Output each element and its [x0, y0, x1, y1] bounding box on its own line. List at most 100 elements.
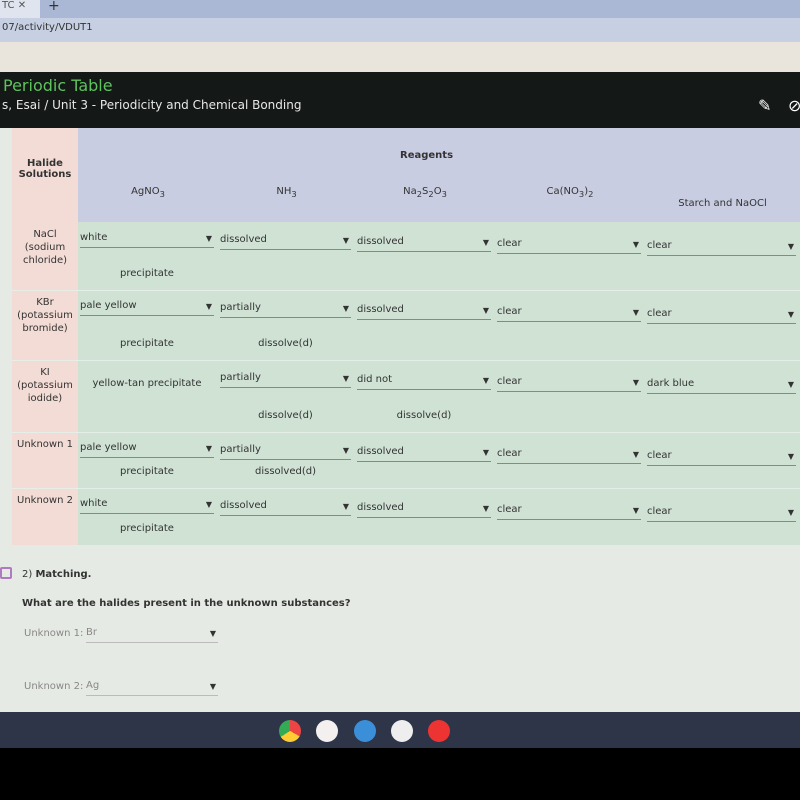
result-text: dissolve(d) [258, 338, 313, 349]
reagent-select[interactable]: clear ▼ [647, 306, 796, 324]
select-value: partially [220, 444, 261, 455]
column-header: NH3 [276, 186, 297, 199]
result-text: precipitate [120, 523, 174, 534]
reagent-select[interactable]: clear ▼ [497, 502, 641, 520]
reagent-select[interactable]: dissolved ▼ [357, 444, 491, 462]
tab-title: TC [2, 0, 15, 11]
row-divider [12, 360, 800, 361]
answer-select-2[interactable]: Ag ▼ [86, 678, 218, 696]
chevron-down-icon: ▼ [205, 500, 212, 509]
cancel-icon[interactable]: ⊘ [788, 96, 800, 115]
play-store-icon[interactable] [391, 720, 413, 742]
reagent-select[interactable]: partially ▼ [220, 370, 351, 388]
chevron-down-icon: ▼ [787, 508, 794, 517]
reagent-select[interactable]: dissolved ▼ [357, 234, 491, 252]
question-title: Matching. [35, 569, 92, 580]
row-label: KBr (potassium bromide) [17, 297, 73, 334]
row-divider [12, 432, 800, 433]
select-value: clear [647, 308, 672, 319]
answer-select-1[interactable]: Br ▼ [86, 625, 218, 643]
reagent-select[interactable]: clear ▼ [647, 448, 796, 466]
reagents-label: Reagents [400, 150, 454, 161]
files-icon[interactable] [354, 720, 376, 742]
result-text: precipitate [120, 268, 174, 279]
select-value: clear [497, 376, 522, 387]
address-bar[interactable]: 07/activity/VDUT1 [0, 18, 800, 42]
select-value: partially [220, 372, 261, 383]
reagent-select[interactable]: clear ▼ [647, 504, 796, 522]
select-value: dissolved [357, 446, 404, 457]
reagent-select[interactable]: dark blue ▼ [647, 376, 796, 394]
reagent-select[interactable]: pale yellow ▼ [80, 298, 214, 316]
url-text: 07/activity/VDUT1 [2, 22, 93, 33]
chevron-down-icon: ▼ [632, 308, 639, 317]
select-value: clear [497, 504, 522, 515]
reagent-select[interactable]: clear ▼ [497, 236, 641, 254]
chevron-down-icon: ▼ [342, 502, 349, 511]
select-value: pale yellow [80, 442, 137, 453]
reagent-select[interactable]: dissolved ▼ [357, 302, 491, 320]
question-prompt: What are the halides present in the unkn… [22, 598, 351, 609]
select-value: clear [497, 448, 522, 459]
select-value: partially [220, 302, 261, 313]
breadcrumb[interactable]: s, Esai / Unit 3 - Periodicity and Chemi… [2, 98, 301, 112]
chevron-down-icon: ▼ [482, 376, 489, 385]
select-value: white [80, 232, 108, 243]
select-value: dissolved [357, 236, 404, 247]
reagent-select[interactable]: dissolved ▼ [220, 232, 351, 250]
result-text: dissolve(d) [396, 410, 452, 421]
row-divider [12, 488, 800, 489]
reagent-select[interactable]: clear ▼ [497, 304, 641, 322]
column-header: Starch and NaOCl [678, 198, 767, 209]
chevron-down-icon: ▼ [209, 629, 216, 638]
answer-label-1: Unknown 1: [24, 628, 84, 639]
chevron-down-icon: ▼ [482, 238, 489, 247]
select-value: clear [647, 506, 672, 517]
halide-header: Halide Solutions [18, 158, 72, 180]
bookmark-strip [0, 42, 800, 72]
chevron-down-icon: ▼ [787, 452, 794, 461]
result-text: dissolve(d) [258, 410, 313, 421]
chevron-down-icon: ▼ [205, 444, 212, 453]
chevron-down-icon: ▼ [482, 306, 489, 315]
result-text: precipitate [120, 466, 174, 477]
bookmark-icon[interactable] [0, 567, 12, 579]
chevron-down-icon: ▼ [482, 504, 489, 513]
question-number: 2) [22, 569, 33, 580]
reagent-select[interactable]: white ▼ [80, 230, 214, 248]
reagent-select[interactable]: partially ▼ [220, 300, 351, 318]
reagent-select[interactable]: clear ▼ [497, 374, 641, 392]
column-header: Ca(NO3)2 [546, 186, 594, 199]
chrome-icon[interactable] [279, 720, 301, 742]
row-label: Unknown 2 [17, 495, 73, 506]
result-text: precipitate [120, 338, 174, 349]
halide-column [12, 128, 78, 545]
chevron-down-icon: ▼ [342, 446, 349, 455]
new-tab-button[interactable]: + [48, 0, 60, 14]
app-header: Periodic Table s, Esai / Unit 3 - Period… [0, 72, 800, 128]
reagent-select[interactable]: dissolved ▼ [357, 500, 491, 518]
reagent-select[interactable]: dissolved ▼ [220, 498, 351, 516]
chevron-down-icon: ▼ [632, 506, 639, 515]
close-icon[interactable]: ✕ [18, 0, 26, 11]
activity-page: Halide Solutions Reagents AgNO3 NH3 Na2S2O… [0, 128, 800, 712]
gmail-icon[interactable] [316, 720, 338, 742]
select-value: clear [647, 240, 672, 251]
select-value: dissolved [357, 502, 404, 513]
row-label: KI (potassium iodide) [17, 367, 73, 404]
reagent-select[interactable]: did not ▼ [357, 372, 491, 390]
reagent-select[interactable]: partially ▼ [220, 442, 351, 460]
select-value: Ag [86, 680, 100, 691]
select-value: dark blue [647, 378, 695, 389]
chevron-down-icon: ▼ [342, 236, 349, 245]
reagent-select[interactable]: white ▼ [80, 496, 214, 514]
reagent-select[interactable]: pale yellow ▼ [80, 440, 214, 458]
chevron-down-icon: ▼ [787, 310, 794, 319]
browser-tab[interactable]: TC ✕ [0, 0, 40, 18]
youtube-icon[interactable] [428, 720, 450, 742]
column-header: Na2S2O3 [403, 186, 447, 199]
pencil-icon[interactable]: ✎ [758, 96, 771, 115]
reagent-select[interactable]: clear ▼ [647, 238, 796, 256]
reagent-select[interactable]: clear ▼ [497, 446, 641, 464]
select-value: clear [497, 238, 522, 249]
